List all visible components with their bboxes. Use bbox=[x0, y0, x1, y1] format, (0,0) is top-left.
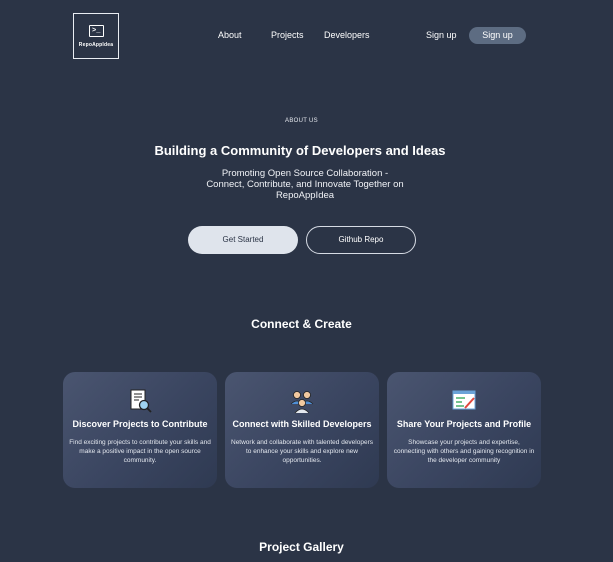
feature-card-discover: Discover Projects to Contribute Find exc… bbox=[63, 372, 217, 488]
nav-item-projects[interactable]: Projects bbox=[271, 30, 304, 40]
logo-text: RepoAppIdea bbox=[78, 42, 114, 48]
sign-up-link[interactable]: Sign up bbox=[426, 30, 457, 40]
feature-card-title: Discover Projects to Contribute bbox=[72, 419, 208, 429]
sign-up-button[interactable]: Sign up bbox=[469, 27, 526, 44]
feature-card-connect: Connect with Skilled Developers Network … bbox=[225, 372, 379, 488]
chart-edit-icon bbox=[452, 390, 476, 410]
hero-subtitle: Promoting Open Source Collaboration - Co… bbox=[206, 168, 404, 201]
connect-section-title: Connect & Create bbox=[251, 317, 352, 331]
hero-title: Building a Community of Developers and I… bbox=[154, 143, 446, 158]
feature-card-title: Connect with Skilled Developers bbox=[232, 419, 372, 429]
feature-card-description: Network and collaborate with talented de… bbox=[231, 439, 374, 464]
get-started-button[interactable]: Get Started bbox=[188, 226, 298, 254]
developers-group-icon bbox=[290, 391, 314, 414]
nav-item-about[interactable]: About bbox=[218, 30, 242, 40]
nav-item-developers[interactable]: Developers bbox=[324, 30, 370, 40]
feature-card-description: Find exciting projects to contribute you… bbox=[69, 439, 211, 464]
github-repo-button[interactable]: Github Repo bbox=[306, 226, 416, 254]
gallery-section-title: Project Gallery bbox=[259, 540, 344, 554]
document-search-icon bbox=[130, 389, 152, 413]
feature-card-share: Share Your Projects and Profile Showcase… bbox=[387, 372, 541, 488]
feature-card-description: Showcase your projects and expertise, co… bbox=[393, 439, 535, 464]
terminal-glyph: >_ bbox=[92, 27, 101, 35]
terminal-icon: >_ bbox=[89, 25, 104, 37]
hero-eyebrow: ABOUT US bbox=[285, 118, 318, 124]
logo[interactable]: >_ RepoAppIdea bbox=[73, 13, 119, 59]
feature-card-title: Share Your Projects and Profile bbox=[396, 419, 532, 429]
